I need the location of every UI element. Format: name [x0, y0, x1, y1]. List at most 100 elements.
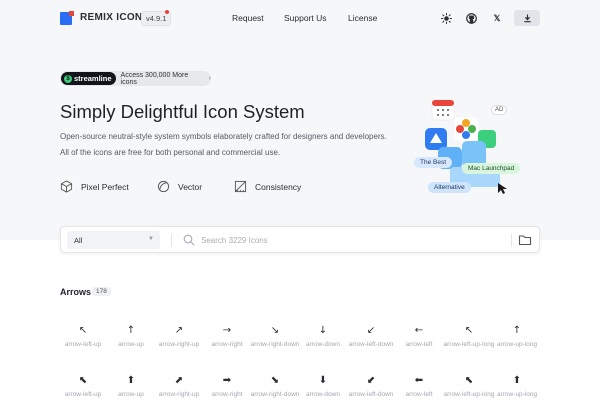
arrow-up-long-icon: ↑ [512, 325, 522, 336]
icon-name: arrow-right-up [158, 391, 200, 398]
category-count-badge: 178 [92, 287, 111, 296]
streamline-promo-banner[interactable]: $ streamline Access 300,000 More icons › [60, 71, 211, 86]
logo-icon[interactable] [60, 11, 74, 25]
icon-name: arrow-left-up-long [443, 391, 495, 398]
icon-card[interactable]: ⬆ arrow-up [105, 375, 157, 399]
arrow-right-down-icon: ↘ [270, 325, 280, 336]
chevron-down-icon: ▼ [148, 236, 154, 242]
icon-card[interactable]: ← arrow-left [393, 325, 445, 349]
divider [511, 234, 512, 247]
icon-name: arrow-right-down [250, 341, 300, 348]
page-title: Simply Delightful Icon System [60, 101, 305, 122]
icon-card[interactable]: ↖ arrow-left-up-long [443, 325, 495, 349]
new-dot-indicator [165, 10, 169, 14]
icon-name: arrow-right-up [158, 341, 200, 348]
icon-name: arrow-right [211, 341, 243, 348]
icon-name: arrow-left-down [348, 341, 394, 348]
launchpad-ad-illustration[interactable] [410, 95, 535, 195]
feature-label: Vector [178, 181, 203, 192]
category-select[interactable]: All ▼ [67, 231, 160, 249]
icon-card[interactable]: ⬉ arrow-left-up [57, 375, 109, 399]
icon-card[interactable]: ↖ arrow-left-up [57, 325, 109, 349]
arrow-up-long-fill-icon: ⬆ [512, 375, 522, 386]
icon-card[interactable]: ⬆ arrow-up-long [491, 375, 543, 399]
icon-name: arrow-left-up-long [443, 341, 495, 348]
icon-card[interactable]: ⬈ arrow-right-up [153, 375, 205, 399]
category-select-value: All [74, 236, 83, 245]
download-icon [523, 13, 531, 22]
nav-license[interactable]: License [348, 13, 377, 23]
ad-badge: AD [491, 105, 508, 115]
feature-label: Pixel Perfect [81, 181, 129, 192]
tag-alternative: Alternative [428, 182, 471, 193]
arrow-left-up-fill-icon: ⬉ [78, 375, 88, 386]
tag-the-best: The Best [414, 157, 453, 168]
search-icon [183, 234, 195, 246]
nav-request[interactable]: Request [232, 13, 264, 23]
x-icon[interactable]: 𝕏 [489, 10, 505, 26]
streamline-brand-text: streamline [74, 74, 112, 83]
arrow-left-down-fill-icon: ⬋ [366, 375, 376, 386]
search-bar: All ▼ [60, 226, 540, 253]
dollar-icon: $ [64, 74, 72, 83]
feature-pixel-perfect: Pixel Perfect [60, 180, 129, 193]
icon-card[interactable]: ↑ arrow-up-long [491, 325, 543, 349]
icon-card[interactable]: ↓ arrow-down [297, 325, 349, 349]
icon-card[interactable]: ↑ arrow-up [105, 325, 157, 349]
cube-icon [60, 180, 73, 193]
icon-name: arrow-right-down [250, 391, 300, 398]
github-icon[interactable] [463, 10, 479, 26]
icon-name: arrow-left-up [64, 391, 102, 398]
icon-name: arrow-up-long [496, 341, 538, 348]
arrow-left-up-long-fill-icon: ⬉ [464, 375, 474, 386]
icon-name: arrow-left-up [64, 341, 102, 348]
arrow-right-fill-icon: ➡ [222, 375, 232, 386]
icon-name: arrow-up [118, 341, 144, 348]
arrow-left-icon: ← [414, 325, 424, 336]
folder-icon[interactable] [518, 233, 532, 247]
icon-name: arrow-down [306, 341, 340, 348]
arrow-down-icon: ↓ [318, 325, 328, 336]
divider [171, 234, 172, 247]
icon-name: arrow-left [405, 391, 433, 398]
arrow-down-fill-icon: ⬇ [318, 375, 328, 386]
icon-name: arrow-left [405, 341, 433, 348]
arrow-right-up-icon: ↗ [174, 325, 184, 336]
arrow-left-fill-icon: ⬅ [414, 375, 424, 386]
feature-consistency: Consistency [234, 180, 301, 193]
vector-pen-icon [157, 180, 170, 193]
download-button[interactable] [514, 10, 540, 26]
icon-card[interactable]: ⬇ arrow-down [297, 375, 349, 399]
icon-card[interactable]: → arrow-right [201, 325, 253, 349]
icon-name: arrow-down [306, 391, 340, 398]
icon-card[interactable]: ⬊ arrow-right-down [249, 375, 301, 399]
icon-name: arrow-left-down [348, 391, 394, 398]
arrow-left-up-icon: ↖ [78, 325, 88, 336]
ruler-icon [234, 180, 247, 193]
tag-mac-launchpad: Mac Launchpad [462, 163, 521, 174]
streamline-badge: $ streamline [61, 72, 116, 85]
icon-name: arrow-up-long [496, 391, 538, 398]
icon-card[interactable]: ⬅ arrow-left [393, 375, 445, 399]
promo-text: Access 300,000 More icons [120, 71, 189, 86]
icon-card[interactable]: ↙ arrow-left-down [345, 325, 397, 349]
chevron-right-icon: › [208, 75, 211, 82]
icon-card[interactable]: ↗ arrow-right-up [153, 325, 205, 349]
icon-card[interactable]: ⬉ arrow-left-up-long [443, 375, 495, 399]
hero-description-line1: Open-source neutral-style system symbols… [60, 132, 387, 141]
arrow-left-up-long-icon: ↖ [464, 325, 474, 336]
icon-card[interactable]: ➡ arrow-right [201, 375, 253, 399]
search-input[interactable] [201, 233, 501, 247]
feature-label: Consistency [255, 181, 302, 192]
nav-support-us[interactable]: Support Us [284, 13, 327, 23]
icon-card[interactable]: ⬋ arrow-left-down [345, 375, 397, 399]
icon-card[interactable]: ↘ arrow-right-down [249, 325, 301, 349]
arrow-up-icon: ↑ [126, 325, 136, 336]
arrow-right-icon: → [222, 325, 232, 336]
logo-text[interactable]: REMIX ICON [80, 12, 142, 23]
sun-icon[interactable] [438, 10, 454, 26]
category-title: Arrows [60, 287, 92, 297]
feature-vector: Vector [157, 180, 202, 193]
arrow-right-up-fill-icon: ⬈ [174, 375, 184, 386]
arrow-right-down-fill-icon: ⬊ [270, 375, 280, 386]
